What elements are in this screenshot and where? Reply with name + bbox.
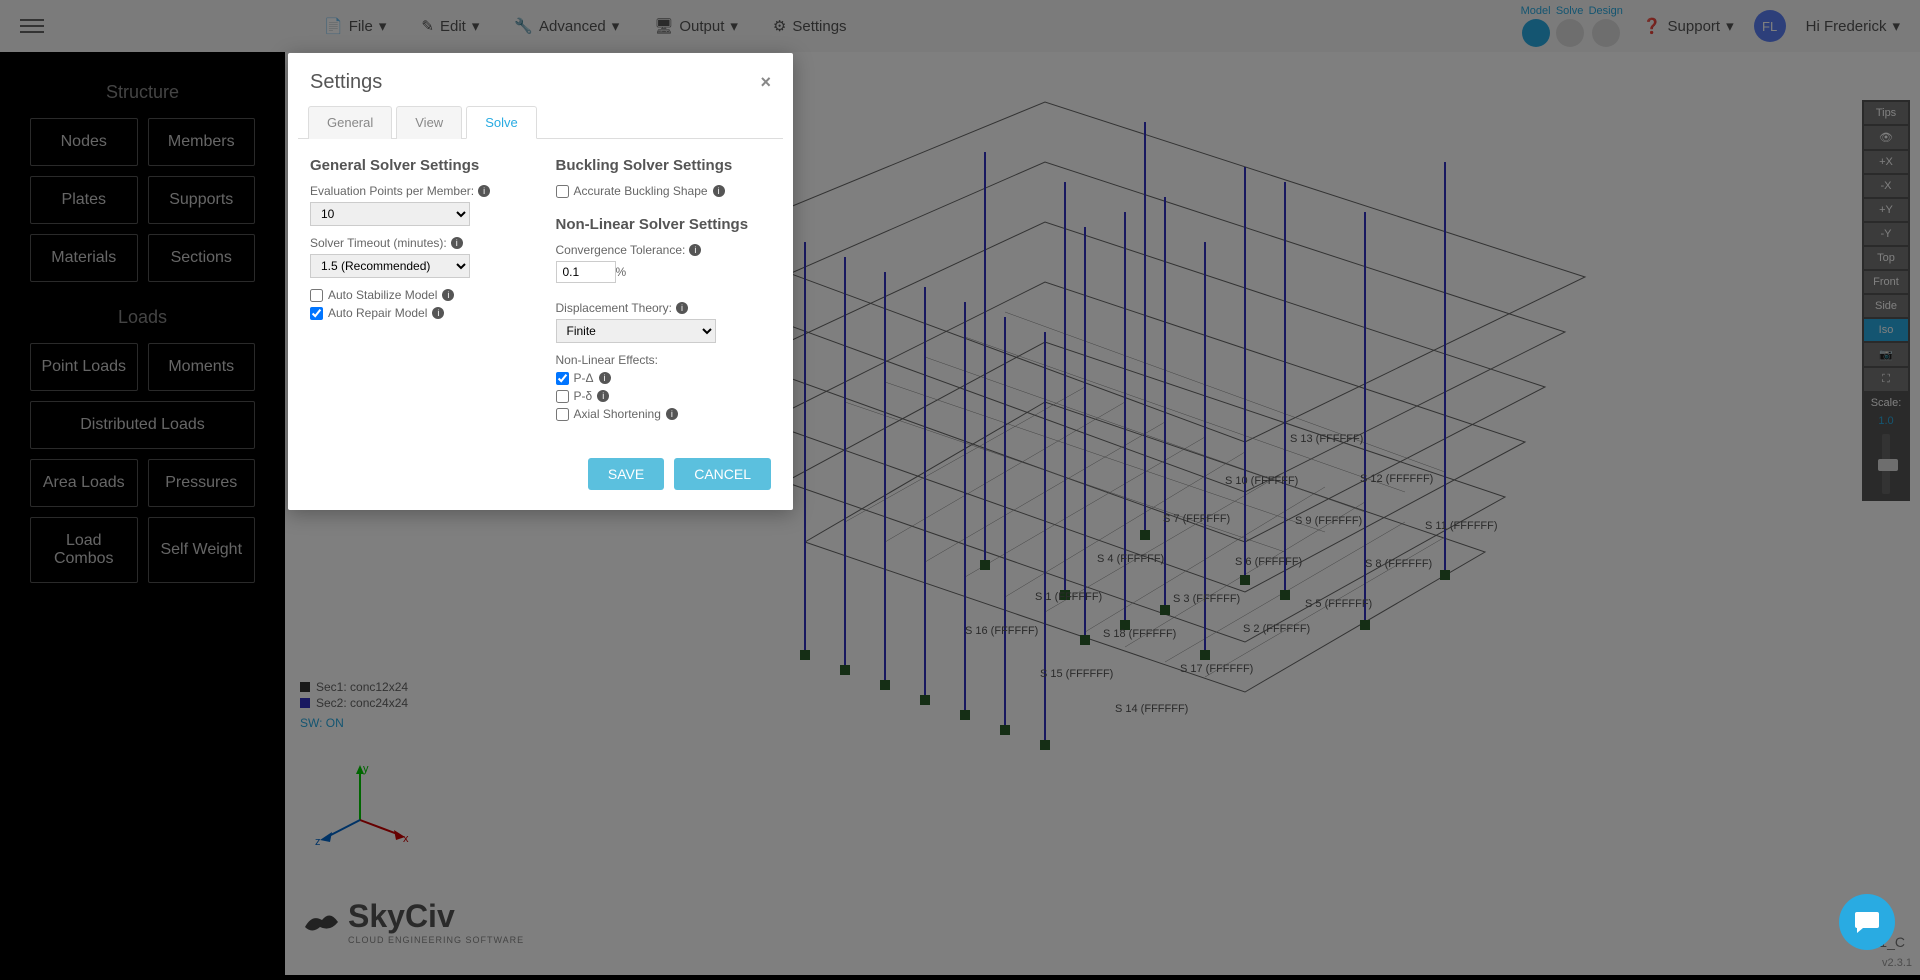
info-icon[interactable]: i — [442, 289, 454, 301]
nonlinear-effects-label: Non-Linear Effects: — [556, 353, 772, 367]
section-general-solver: General Solver Settings — [310, 157, 526, 174]
info-icon[interactable]: i — [713, 185, 725, 197]
save-button[interactable]: SAVE — [588, 458, 664, 490]
close-icon[interactable]: × — [760, 72, 771, 93]
conv-tol-input[interactable] — [556, 261, 616, 283]
auto-stabilize-checkbox[interactable] — [310, 289, 323, 302]
info-icon[interactable]: i — [599, 372, 611, 384]
eval-points-select[interactable]: 10 — [310, 202, 470, 226]
auto-repair-checkbox[interactable] — [310, 307, 323, 320]
accurate-buckling-checkbox[interactable] — [556, 185, 569, 198]
section-nonlinear: Non-Linear Solver Settings — [556, 216, 772, 233]
section-buckling: Buckling Solver Settings — [556, 157, 772, 174]
p-delta-small-checkbox[interactable] — [556, 390, 569, 403]
chat-bubble[interactable] — [1839, 894, 1895, 950]
info-icon[interactable]: i — [451, 237, 463, 249]
modal-tabs: General View Solve — [298, 106, 783, 139]
conv-tol-label: Convergence Tolerance: i — [556, 243, 772, 257]
info-icon[interactable]: i — [432, 307, 444, 319]
tab-solve[interactable]: Solve — [466, 106, 537, 139]
info-icon[interactable]: i — [597, 390, 609, 402]
settings-modal: Settings × General View Solve General So… — [288, 53, 793, 510]
tab-view[interactable]: View — [396, 106, 462, 139]
cancel-button[interactable]: CANCEL — [674, 458, 771, 490]
tab-general[interactable]: General — [308, 106, 392, 139]
timeout-select[interactable]: 1.5 (Recommended) — [310, 254, 470, 278]
axial-shortening-checkbox[interactable] — [556, 408, 569, 421]
info-icon[interactable]: i — [478, 185, 490, 197]
p-delta-big-checkbox[interactable] — [556, 372, 569, 385]
info-icon[interactable]: i — [666, 408, 678, 420]
timeout-label: Solver Timeout (minutes): i — [310, 236, 526, 250]
disp-theory-select[interactable]: Finite — [556, 319, 716, 343]
info-icon[interactable]: i — [689, 244, 701, 256]
modal-title: Settings — [310, 71, 382, 94]
info-icon[interactable]: i — [676, 302, 688, 314]
eval-points-label: Evaluation Points per Member: i — [310, 184, 526, 198]
disp-theory-label: Displacement Theory: i — [556, 301, 772, 315]
